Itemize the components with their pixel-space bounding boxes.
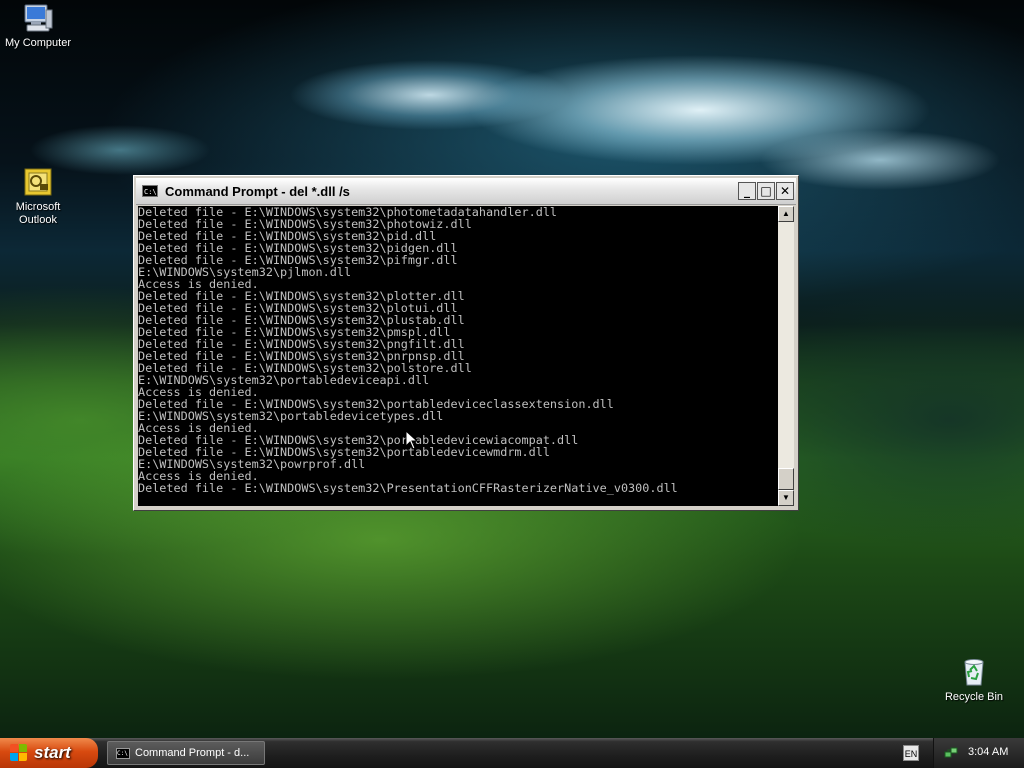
command-prompt-window[interactable]: C:\ Command Prompt - del *.dll /s _ □ ✕ … (133, 175, 799, 511)
taskbar-item-label: Command Prompt - d... (135, 747, 250, 759)
mouse-cursor-icon (405, 430, 419, 450)
console-line: Deleted file - E:\WINDOWS\system32\Prese… (138, 481, 678, 495)
clock[interactable]: 3:04 AM (968, 746, 1008, 758)
network-icon[interactable] (944, 746, 958, 760)
maximize-button[interactable]: □ (757, 182, 775, 200)
console-output[interactable]: Deleted file - E:\WINDOWS\system32\photo… (138, 206, 778, 506)
recycle-bin-icon (964, 659, 984, 686)
cmd-icon: C:\ (142, 185, 158, 197)
system-tray: 3:04 AM (933, 738, 1024, 768)
outlook-icon (24, 168, 52, 196)
desktop-icon-recycle-bin[interactable]: Recycle Bin (936, 656, 1012, 704)
desktop-icon-label: My Computer (4, 37, 72, 49)
title-bar[interactable]: C:\ Command Prompt - del *.dll /s _ □ ✕ (136, 178, 796, 205)
my-computer-icon (24, 4, 53, 32)
minimize-button[interactable]: _ (738, 182, 756, 200)
start-label: start (34, 743, 71, 762)
vertical-scrollbar[interactable]: ▲ ▼ (778, 206, 794, 506)
close-button[interactable]: ✕ (776, 182, 794, 200)
taskbar-item-command-prompt[interactable]: C:\ Command Prompt - d... (107, 741, 265, 765)
scroll-down-arrow-icon[interactable]: ▼ (778, 490, 794, 506)
language-indicator[interactable]: EN (903, 745, 919, 761)
desktop-icon-label: Recycle Bin (944, 691, 1004, 703)
cmd-icon: C:\ (116, 747, 130, 759)
windows-logo-icon (10, 744, 28, 762)
console-lines: Deleted file - E:\WINDOWS\system32\photo… (138, 206, 778, 494)
desktop-icon-my-computer[interactable]: My Computer (0, 2, 76, 50)
scroll-up-arrow-icon[interactable]: ▲ (778, 206, 794, 222)
desktop: My Computer Microsoft Outlook Recycle Bi… (0, 0, 1024, 738)
window-title: Command Prompt - del *.dll /s (165, 183, 350, 199)
desktop-icon-label: Microsoft Outlook (15, 201, 61, 226)
desktop-icon-outlook[interactable]: Microsoft Outlook (0, 166, 76, 227)
start-button[interactable]: start (0, 738, 98, 768)
taskbar: start C:\ Command Prompt - d... EN 3:04 … (0, 738, 1024, 768)
scrollbar-thumb[interactable] (778, 468, 794, 490)
